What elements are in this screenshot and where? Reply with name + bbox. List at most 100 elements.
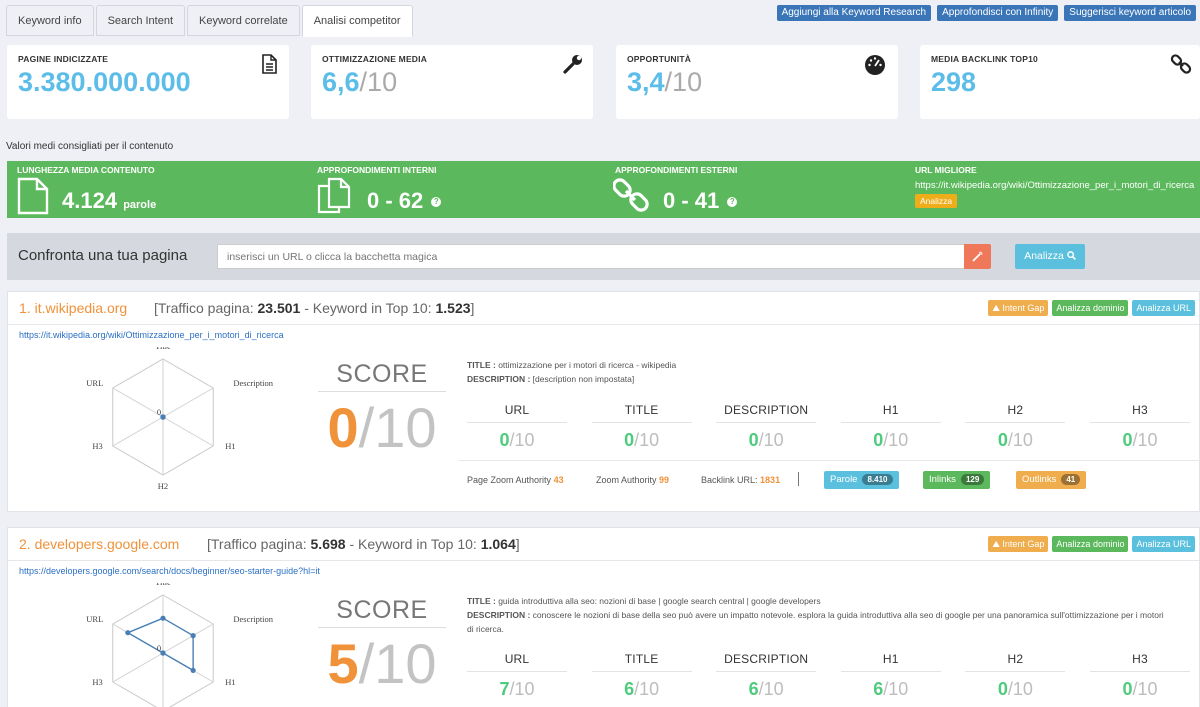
radar-point bbox=[190, 667, 196, 673]
card-label: PAGINE INDICIZZATE bbox=[18, 54, 109, 64]
gauge-icon bbox=[865, 55, 885, 75]
radar-label: URL bbox=[86, 378, 103, 388]
col-title: TITLE 6/10 bbox=[591, 652, 692, 700]
tab-bar: Keyword info Search Intent Keyword corre… bbox=[6, 5, 415, 37]
result-actions: ⛰ Intent Gap Analizza dominio Analizza U… bbox=[988, 536, 1195, 552]
copy-icon bbox=[317, 177, 351, 214]
analizza-button[interactable]: Analizza bbox=[1015, 244, 1085, 269]
url-input[interactable] bbox=[217, 244, 965, 269]
best-url: URL MIGLIORE https://it.wikipedia.org/wi… bbox=[905, 161, 1200, 218]
radar-zero-label: 0 bbox=[157, 407, 161, 417]
document-icon bbox=[262, 54, 277, 74]
compare-page-bar: Confronta una tua pagina Analizza bbox=[7, 233, 1200, 280]
analizza-dominio-button[interactable]: Analizza dominio bbox=[1052, 536, 1129, 552]
external-links: APPROFONDIMENTI ESTERNI 0 - 41? bbox=[605, 161, 905, 218]
tab-keyword-correlate[interactable]: Keyword correlate bbox=[187, 5, 300, 36]
internal-links-label: APPROFONDIMENTI INTERNI bbox=[317, 165, 437, 175]
result-title[interactable]: 1. it.wikipedia.org bbox=[19, 300, 127, 316]
help-icon[interactable]: ? bbox=[431, 197, 442, 208]
radar-label: H3 bbox=[92, 677, 102, 687]
radar-zero-label: 0 bbox=[157, 643, 161, 653]
col-h1: H1 6/10 bbox=[840, 652, 941, 700]
backlink-url: Backlink URL: 1831 bbox=[701, 475, 781, 485]
result-header: 2. developers.google.com [Traffico pagin… bbox=[8, 528, 1199, 561]
parole-badge[interactable]: Parole 8.410 bbox=[824, 471, 899, 489]
radar-label: URL bbox=[86, 614, 103, 624]
radar-point bbox=[125, 630, 131, 636]
result-url[interactable]: https://developers.google.com/search/doc… bbox=[19, 566, 320, 576]
analizza-best-url-button[interactable]: Analizza bbox=[915, 194, 958, 208]
result-header: 1. it.wikipedia.org [Traffico pagina: 23… bbox=[8, 292, 1199, 325]
internal-links: APPROFONDIMENTI INTERNI 0 - 62? bbox=[307, 161, 605, 218]
help-icon[interactable]: ? bbox=[727, 197, 738, 208]
internal-links-value: 0 - 62? bbox=[367, 188, 442, 214]
page-zoom-authority: Page Zoom Authority 43 bbox=[467, 475, 564, 485]
radar-axis bbox=[112, 387, 164, 418]
external-links-value: 0 - 41? bbox=[663, 188, 738, 214]
radar-label: H1 bbox=[225, 441, 235, 451]
competitor-result-1: 1. it.wikipedia.org [Traffico pagina: 23… bbox=[7, 291, 1200, 512]
metrics-row: Page Zoom Authority 43 Zoom Authority 99… bbox=[458, 460, 1200, 492]
avg-content-length-value: 4.124 parole bbox=[62, 188, 157, 213]
magic-wand-icon bbox=[972, 251, 983, 262]
card-value: 3.380.000.000 bbox=[18, 67, 191, 97]
card-value: 3,4/10 bbox=[627, 67, 703, 97]
card-media-backlink: MEDIA BACKLINK TOP10 298 bbox=[920, 45, 1200, 119]
card-opportunita: OPPORTUNITÀ 3,4/10 bbox=[616, 45, 898, 119]
result-url[interactable]: https://it.wikipedia.org/wiki/Ottimizzaz… bbox=[19, 330, 284, 340]
score-label: SCORE bbox=[318, 596, 446, 628]
add-to-keyword-research-button[interactable]: Aggiungi alla Keyword Research bbox=[776, 5, 932, 21]
zoom-authority: Zoom Authority 99 bbox=[596, 475, 670, 485]
search-icon bbox=[1066, 251, 1076, 260]
score-columns: URL 0/10 TITLE 0/10 DESCRIPTION 0/10 H1 0/10… bbox=[467, 403, 1200, 451]
divider bbox=[798, 472, 799, 486]
analizza-url-button[interactable]: Analizza URL bbox=[1132, 536, 1195, 552]
radar-axis bbox=[162, 416, 214, 447]
deepen-infinity-button[interactable]: Approfondisci con Infinity bbox=[937, 5, 1059, 21]
score-label: SCORE bbox=[318, 360, 446, 392]
link-icon bbox=[1170, 54, 1192, 74]
page-icon bbox=[17, 177, 49, 215]
col-h1: H1 0/10 bbox=[840, 403, 941, 451]
radar-axis bbox=[112, 416, 164, 447]
radar-axis bbox=[112, 652, 164, 683]
col-title: TITLE 0/10 bbox=[591, 403, 692, 451]
tab-keyword-info[interactable]: Keyword info bbox=[6, 5, 94, 36]
best-url-link[interactable]: https://it.wikipedia.org/wiki/Ottimizzaz… bbox=[915, 180, 1194, 191]
intent-gap-button[interactable]: ⛰ Intent Gap bbox=[988, 300, 1049, 316]
radar-label: Title bbox=[155, 583, 171, 587]
content-recommendations-bar: LUNGHEZZA MEDIA CONTENUTO 4.124 parole A… bbox=[7, 161, 1200, 218]
radar-label: H1 bbox=[225, 677, 235, 687]
inlinks-badge[interactable]: Inlinks 129 bbox=[923, 471, 991, 489]
intent-gap-button[interactable]: ⛰ Intent Gap bbox=[988, 536, 1049, 552]
result-actions: ⛰ Intent Gap Analizza dominio Analizza U… bbox=[988, 300, 1195, 316]
radar-label: Description bbox=[233, 378, 273, 388]
outlinks-badge[interactable]: Outlinks 41 bbox=[1016, 471, 1087, 489]
card-label: OPPORTUNITÀ bbox=[627, 54, 692, 64]
result-title[interactable]: 2. developers.google.com bbox=[19, 536, 179, 552]
card-label: MEDIA BACKLINK TOP10 bbox=[931, 54, 1038, 64]
col-url: URL 7/10 bbox=[467, 652, 567, 700]
score-value: 0/10 bbox=[327, 396, 437, 459]
analizza-dominio-button[interactable]: Analizza dominio bbox=[1052, 300, 1129, 316]
analizza-url-button[interactable]: Analizza URL bbox=[1132, 300, 1195, 316]
card-value: 6,6/10 bbox=[322, 67, 398, 97]
radar-label: Title bbox=[155, 347, 171, 351]
result-stats: [Traffico pagina: 23.501 - Keyword in To… bbox=[154, 300, 475, 316]
radar-chart: TitleDescriptionH1H2H3URL0 bbox=[86, 583, 274, 707]
card-value: 298 bbox=[931, 67, 977, 97]
suggest-keyword-button[interactable]: Suggerisci keyword articolo bbox=[1064, 5, 1196, 21]
magic-wand-button[interactable] bbox=[964, 244, 991, 269]
best-url-label: URL MIGLIORE bbox=[915, 165, 977, 175]
avg-content-length: LUNGHEZZA MEDIA CONTENUTO 4.124 parole bbox=[7, 161, 307, 218]
content-subtitle: Valori medi consigliati per il contenuto bbox=[6, 141, 174, 152]
radar-point bbox=[190, 633, 196, 639]
col-url: URL 0/10 bbox=[467, 403, 567, 451]
tab-search-intent[interactable]: Search Intent bbox=[95, 5, 186, 36]
radar-point bbox=[160, 650, 166, 656]
radar-chart: TitleDescriptionH1H2H3URL0 bbox=[86, 347, 274, 491]
col-h3: H3 0/10 bbox=[1089, 652, 1190, 700]
tab-analisi-competitor[interactable]: Analisi competitor bbox=[301, 5, 413, 37]
card-pagine-indicizzate: PAGINE INDICIZZATE 3.380.000.000 bbox=[7, 45, 289, 119]
card-label: OTTIMIZZAZIONE MEDIA bbox=[322, 54, 428, 64]
